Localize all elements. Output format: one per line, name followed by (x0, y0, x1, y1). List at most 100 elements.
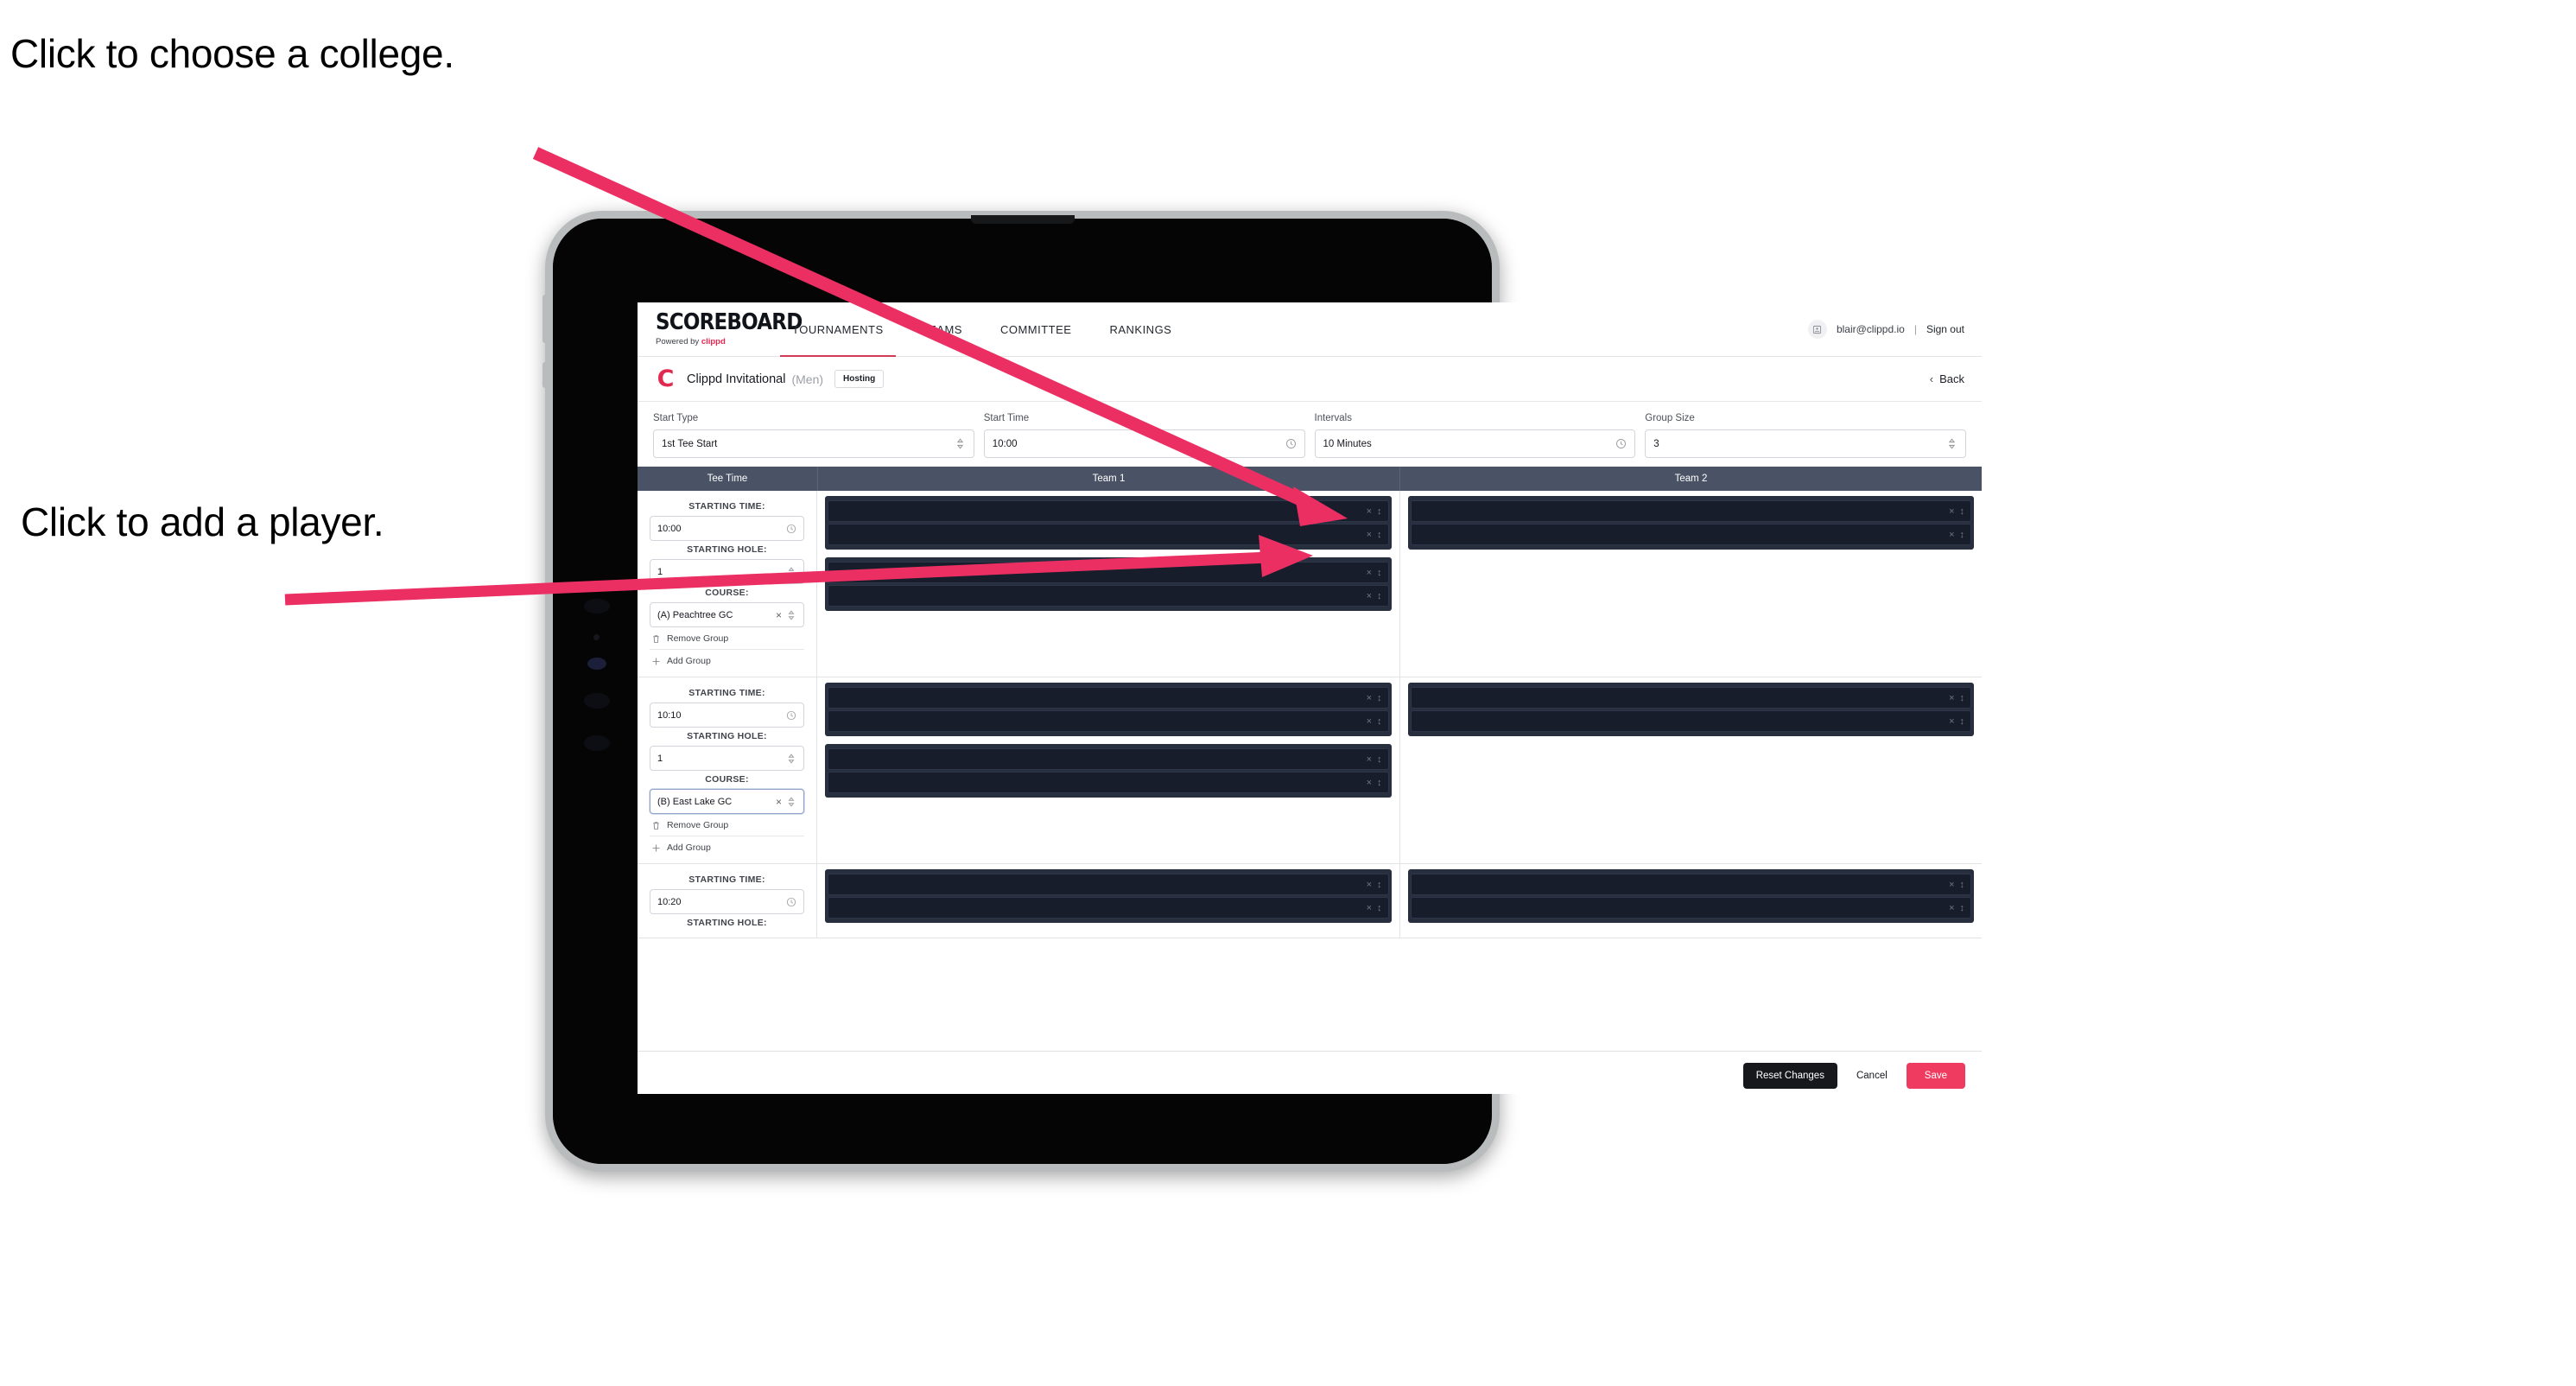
player-select-row[interactable]: × ↕ (1410, 710, 1971, 732)
clear-player-icon[interactable]: × (1367, 506, 1372, 517)
stepper-icon[interactable] (786, 796, 796, 807)
stepper-icon[interactable]: ↕ (1377, 903, 1382, 913)
nav-tab-rankings[interactable]: RANKINGS (1090, 302, 1190, 356)
remove-group-button[interactable]: Remove Group (650, 814, 804, 836)
starting-time-input[interactable]: 10:10 (650, 703, 804, 728)
clear-player-icon[interactable]: × (1949, 903, 1954, 913)
stepper-icon[interactable] (786, 566, 796, 577)
player-select-row[interactable]: × ↕ (1410, 897, 1971, 919)
intervals-input[interactable]: 10 Minutes (1314, 429, 1636, 458)
start-type-select[interactable]: 1st Tee Start (653, 429, 974, 458)
player-select-row[interactable]: × ↕ (828, 562, 1389, 583)
starting-time-value: 10:10 (657, 709, 682, 721)
clear-player-icon[interactable]: × (1367, 880, 1372, 890)
player-select-row[interactable]: × ↕ (828, 710, 1389, 732)
start-time-label: Start Time (983, 413, 1030, 423)
clear-player-icon[interactable]: × (1949, 880, 1954, 890)
player-select-row[interactable]: × ↕ (828, 500, 1389, 522)
stepper-icon[interactable]: ↕ (1377, 530, 1382, 540)
stepper-icon[interactable]: ↕ (1377, 880, 1382, 890)
clear-player-icon[interactable]: × (1367, 591, 1372, 601)
team-2-cell: × ↕ × ↕ (1400, 491, 1983, 677)
starting-hole-stepper[interactable]: 1 (650, 559, 804, 584)
nav-tab-committee[interactable]: COMMITTEE (981, 302, 1091, 356)
save-button[interactable]: Save (1906, 1062, 1965, 1089)
clippd-c-logo-icon: C (657, 366, 675, 392)
clear-player-icon[interactable]: × (1367, 778, 1372, 788)
nav-tab-teams[interactable]: TEAMS (903, 302, 981, 356)
stepper-icon[interactable]: ↕ (1377, 568, 1382, 578)
clear-player-icon[interactable]: × (1367, 754, 1372, 765)
player-select-row[interactable]: × ↕ (828, 748, 1389, 770)
reset-changes-button[interactable]: Reset Changes (1742, 1062, 1837, 1089)
column-header-team-1: Team 1 (818, 467, 1400, 491)
back-button[interactable]: ‹ Back (1930, 372, 1964, 385)
player-select-row[interactable]: × ↕ (828, 897, 1389, 919)
clear-player-icon[interactable]: × (1367, 568, 1372, 578)
player-select-row[interactable]: × ↕ (1410, 874, 1971, 895)
starting-time-input[interactable]: 10:20 (650, 889, 804, 914)
stepper-icon[interactable]: ↕ (1960, 903, 1965, 913)
stepper-icon[interactable]: ↕ (1960, 693, 1965, 703)
clock-icon[interactable] (786, 710, 796, 721)
clear-course-icon[interactable]: × (776, 796, 782, 808)
player-select-row[interactable]: × ↕ (828, 585, 1389, 607)
stepper-icon[interactable]: ↕ (1377, 591, 1382, 601)
course-select[interactable]: (B) East Lake GC × (650, 789, 804, 814)
app-logo[interactable]: SCOREBOARD Powered by clippd (638, 302, 803, 356)
stepper-icon[interactable]: ↕ (1960, 716, 1965, 727)
stepper-icon[interactable]: ↕ (1377, 693, 1382, 703)
stepper-icon[interactable]: ↕ (1960, 530, 1965, 540)
clock-icon[interactable] (1615, 438, 1627, 449)
clear-player-icon[interactable]: × (1367, 903, 1372, 913)
player-select-row[interactable]: × ↕ (828, 874, 1389, 895)
group-size-stepper[interactable]: 3 (1645, 429, 1966, 458)
player-select-row[interactable]: × ↕ (828, 524, 1389, 545)
table-row: STARTING TIME: 10:20 STARTING HOLE: × ↕ ×… (638, 864, 1982, 938)
starting-hole-stepper[interactable]: 1 (650, 746, 804, 771)
stepper-icon[interactable] (1946, 438, 1957, 449)
player-select-row[interactable]: × ↕ (1410, 500, 1971, 522)
stepper-icon[interactable]: ↕ (1377, 754, 1382, 765)
clock-icon[interactable] (786, 897, 796, 907)
breadcrumb: C Clippd Invitational (Men) Hosting ‹ Ba… (638, 357, 1982, 402)
clear-player-icon[interactable]: × (1949, 716, 1954, 727)
clear-course-icon[interactable]: × (776, 609, 782, 621)
logo-tagline-prefix: Powered by (656, 336, 701, 346)
clock-icon[interactable] (786, 524, 796, 534)
stepper-icon[interactable]: ↕ (1377, 506, 1382, 517)
player-select-row[interactable]: × ↕ (1410, 687, 1971, 709)
stepper-icon[interactable] (786, 753, 796, 764)
nav-tab-tournaments[interactable]: TOURNAMENTS (773, 302, 903, 357)
clear-player-icon[interactable]: × (1949, 693, 1954, 703)
clear-player-icon[interactable]: × (1949, 506, 1954, 517)
user-avatar-icon[interactable] (1807, 320, 1827, 339)
clear-player-icon[interactable]: × (1367, 693, 1372, 703)
starting-time-input[interactable]: 10:00 (650, 516, 804, 541)
player-select-row[interactable]: × ↕ (828, 772, 1389, 793)
stepper-icon[interactable] (786, 609, 796, 620)
stepper-icon[interactable]: ↕ (1960, 506, 1965, 517)
clear-player-icon[interactable]: × (1949, 530, 1954, 540)
start-time-input[interactable]: 10:00 (983, 429, 1305, 458)
course-select[interactable]: (A) Peachtree GC × (650, 602, 804, 627)
player-select-row[interactable]: × ↕ (828, 687, 1389, 709)
player-group-panel: × ↕ × ↕ (825, 869, 1392, 923)
cancel-button[interactable]: Cancel (1851, 1063, 1893, 1089)
action-bar: Reset Changes Cancel Save (638, 1052, 1982, 1094)
sign-out-link[interactable]: Sign out (1926, 323, 1964, 335)
remove-group-button[interactable]: Remove Group (650, 627, 804, 650)
clear-player-icon[interactable]: × (1367, 716, 1372, 727)
stepper-icon[interactable] (955, 438, 966, 449)
stepper-icon[interactable]: ↕ (1377, 716, 1382, 727)
add-group-button[interactable]: Add Group (650, 650, 804, 671)
tee-sheet-table-body[interactable]: STARTING TIME: 10:00 STARTING HOLE: 1 CO… (638, 491, 1982, 1052)
stepper-icon[interactable]: ↕ (1377, 778, 1382, 788)
add-group-button[interactable]: Add Group (650, 836, 804, 858)
control-start-time: Start Time 10:00 (983, 413, 1305, 458)
stepper-icon[interactable]: ↕ (1960, 880, 1965, 890)
player-select-row[interactable]: × ↕ (1410, 524, 1971, 545)
clock-icon[interactable] (1285, 438, 1297, 449)
start-type-label: Start Type (653, 413, 699, 423)
clear-player-icon[interactable]: × (1367, 530, 1372, 540)
